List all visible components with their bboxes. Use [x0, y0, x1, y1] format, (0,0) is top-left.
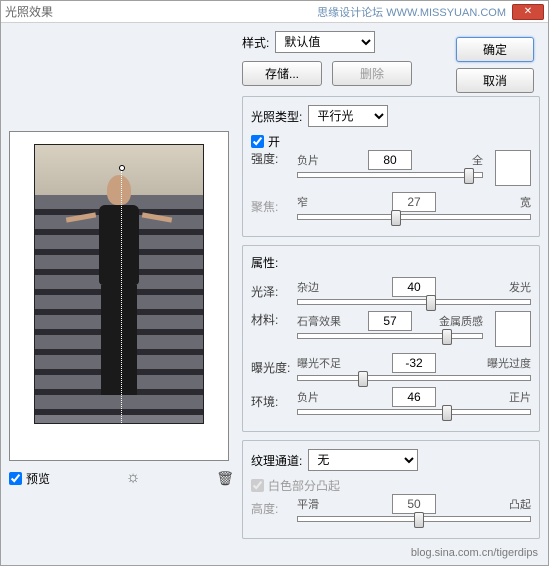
close-button[interactable]: ✕ — [512, 4, 544, 20]
footer-watermark: blog.sina.com.cn/tigerdips — [411, 547, 538, 559]
white-high-checkbox: 白色部分凸起 — [251, 477, 531, 494]
focus-label: 聚焦: — [251, 198, 291, 215]
ambience-right: 正片 — [475, 389, 531, 405]
height-right: 凸起 — [475, 496, 531, 512]
ambience-value[interactable] — [392, 387, 436, 407]
focus-slider — [297, 214, 531, 220]
preview-panel — [9, 131, 229, 461]
height-left: 平滑 — [297, 496, 353, 512]
material-value[interactable] — [368, 311, 412, 331]
light-handle[interactable] — [119, 165, 125, 171]
exposure-right: 曝光过度 — [475, 355, 531, 371]
height-label: 高度: — [251, 500, 291, 517]
exposure-slider[interactable] — [297, 375, 531, 381]
height-value — [392, 494, 436, 514]
light-on-label: 开 — [268, 133, 280, 150]
gloss-left: 杂边 — [297, 279, 353, 295]
titlebar: 光照效果 思缘设计论坛 WWW.MISSYUAN.COM ✕ — [1, 1, 548, 23]
exposure-value[interactable] — [392, 353, 436, 373]
cancel-button[interactable]: 取消 — [456, 68, 534, 93]
light-color-swatch[interactable] — [495, 150, 531, 186]
preview-checkbox[interactable]: 预览 — [9, 470, 50, 487]
texture-select[interactable]: 无 — [308, 449, 418, 471]
intensity-value[interactable] — [368, 150, 412, 170]
watermark-text: 思缘设计论坛 WWW.MISSYUAN.COM — [317, 4, 506, 20]
preview-checkbox-label: 预览 — [26, 470, 50, 487]
material-label: 材料: — [251, 311, 291, 328]
white-high-input — [251, 479, 264, 492]
preview-image[interactable] — [34, 144, 204, 424]
ok-button[interactable]: 确定 — [456, 37, 534, 62]
delete-button: 删除 — [332, 61, 412, 86]
focus-left: 窄 — [297, 194, 353, 210]
gloss-label: 光泽: — [251, 283, 291, 300]
style-select[interactable]: 默认值 — [275, 31, 375, 53]
texture-label: 纹理通道: — [251, 452, 302, 469]
gloss-right: 发光 — [475, 279, 531, 295]
height-slider — [297, 516, 531, 522]
light-on-input[interactable] — [251, 135, 264, 148]
ambience-left: 负片 — [297, 389, 353, 405]
ambience-label: 环境: — [251, 393, 291, 410]
preview-checkbox-input[interactable] — [9, 472, 22, 485]
light-type-group: 光照类型: 平行光 开 强度: 负片 全 — [242, 96, 540, 237]
intensity-right: 全 — [427, 152, 483, 168]
properties-group: 属性: 光泽: 杂边 发光 材料: — [242, 245, 540, 432]
window-title: 光照效果 — [5, 3, 53, 20]
focus-value — [392, 192, 436, 212]
intensity-label: 强度: — [251, 150, 291, 167]
exposure-left: 曝光不足 — [297, 355, 353, 371]
save-button[interactable]: 存储... — [242, 61, 322, 86]
ambient-color-swatch[interactable] — [495, 311, 531, 347]
white-high-label: 白色部分凸起 — [268, 477, 340, 494]
light-type-select[interactable]: 平行光 — [308, 105, 388, 127]
light-on-checkbox[interactable]: 开 — [251, 133, 531, 150]
focus-right: 宽 — [475, 194, 531, 210]
properties-header: 属性: — [251, 254, 278, 271]
material-slider[interactable] — [297, 333, 483, 339]
gloss-slider[interactable] — [297, 299, 531, 305]
gloss-value[interactable] — [392, 277, 436, 297]
exposure-label: 曝光度: — [251, 359, 291, 376]
intensity-left: 负片 — [297, 152, 353, 168]
texture-group: 纹理通道: 无 白色部分凸起 高度: 平滑 凸起 — [242, 440, 540, 539]
lightbulb-icon[interactable]: ☼ — [126, 469, 141, 487]
material-right: 金属质感 — [427, 313, 483, 329]
material-left: 石膏效果 — [297, 313, 353, 329]
light-type-label: 光照类型: — [251, 108, 302, 125]
lighting-effects-dialog: 光照效果 思缘设计论坛 WWW.MISSYUAN.COM ✕ 确定 取消 — [0, 0, 549, 566]
intensity-slider[interactable] — [297, 172, 483, 178]
style-label: 样式: — [242, 34, 269, 51]
trash-icon[interactable]: 🗑 — [216, 470, 234, 487]
ambience-slider[interactable] — [297, 409, 531, 415]
